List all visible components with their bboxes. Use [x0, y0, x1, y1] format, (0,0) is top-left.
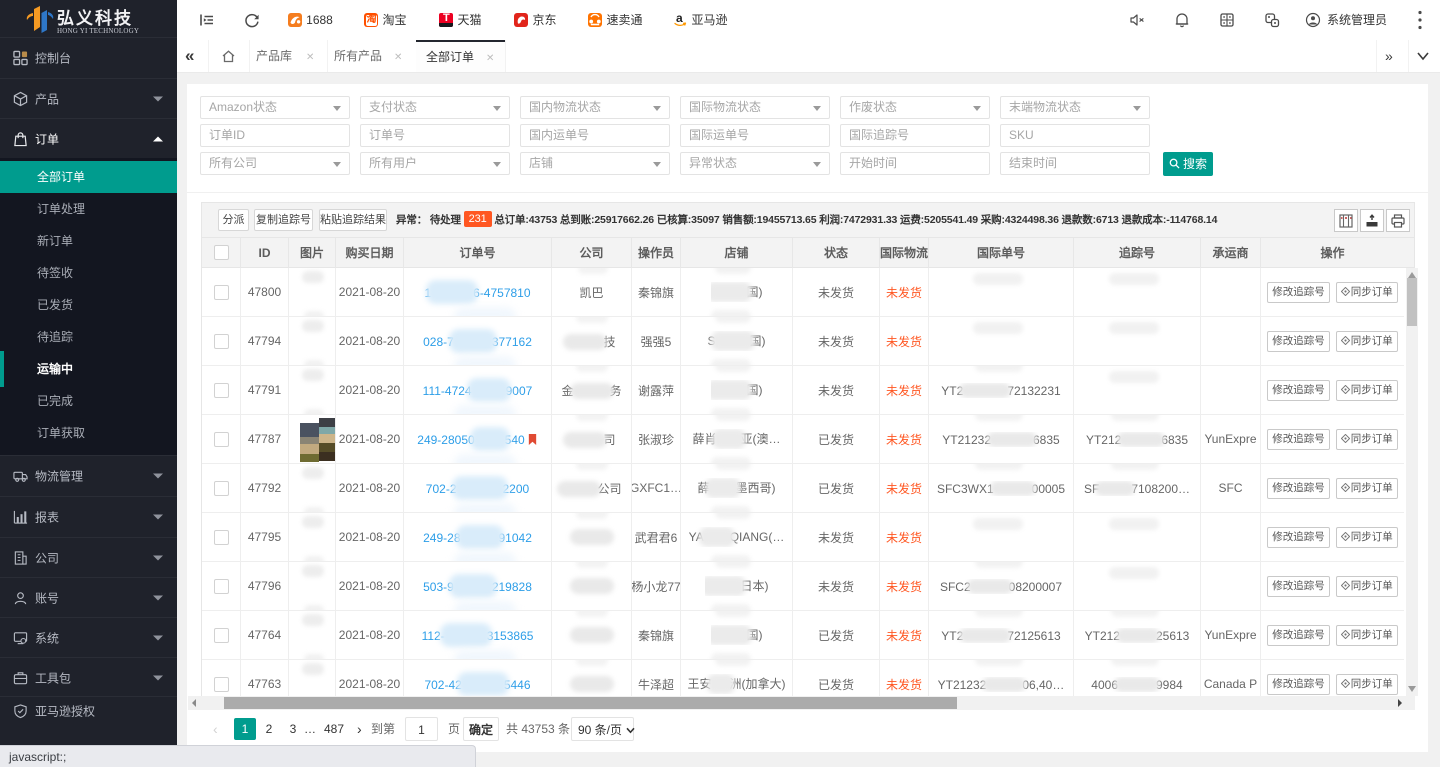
svg-text:弘义科技: 弘义科技: [57, 8, 133, 28]
svg-text:HONG YI TECHNOLOGY: HONG YI TECHNOLOGY: [57, 27, 139, 35]
